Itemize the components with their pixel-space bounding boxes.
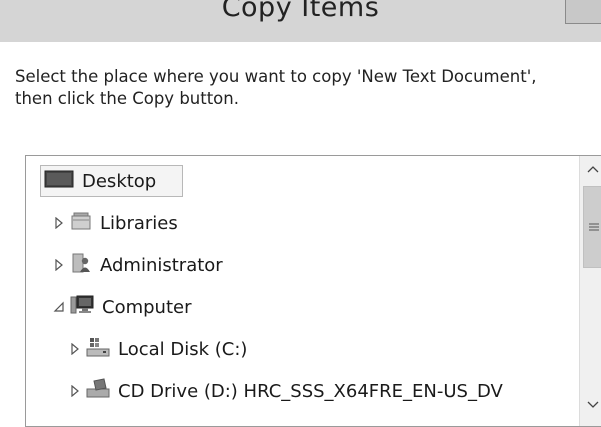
tree-item-label: CD Drive (D:) HRC_SSS_X64FRE_EN-US_DV (118, 380, 503, 402)
cd-drive-icon (86, 377, 110, 405)
expand-arrow-icon[interactable] (52, 217, 66, 229)
computer-icon (70, 294, 94, 321)
expand-arrow-icon[interactable] (52, 259, 66, 271)
expand-arrow-icon[interactable] (68, 385, 82, 397)
close-button[interactable] (565, 0, 601, 24)
tree-item-libraries[interactable]: Libraries (52, 208, 178, 238)
grip-icon (589, 223, 599, 231)
tree-item-desktop[interactable]: Desktop (44, 166, 156, 196)
folder-tree[interactable]: Desktop Libraries Administrator Computer… (25, 155, 601, 427)
scroll-thumb[interactable] (583, 186, 601, 268)
chevron-up-icon (587, 166, 599, 173)
collapse-arrow-icon[interactable] (52, 301, 66, 313)
tree-item-label: Computer (102, 296, 192, 318)
instruction-text: Select the place where you want to copy … (15, 67, 537, 108)
tree-item-local-disk[interactable]: Local Disk (C:) (68, 334, 247, 364)
tree-item-administrator[interactable]: Administrator (52, 250, 223, 280)
local-disk-icon (86, 336, 110, 363)
user-folder-icon (70, 252, 92, 279)
window-title: Copy Items (221, 0, 380, 23)
tree-item-cd-drive[interactable]: CD Drive (D:) HRC_SSS_X64FRE_EN-US_DV (68, 376, 503, 406)
tree-item-label: Libraries (100, 212, 178, 234)
tree-item-computer[interactable]: Computer (52, 292, 191, 322)
tree-item-label: Desktop (82, 170, 157, 192)
expand-arrow-icon[interactable] (68, 343, 82, 355)
chevron-down-icon (587, 401, 599, 408)
scroll-up-button[interactable] (580, 158, 601, 180)
scroll-down-button[interactable] (580, 394, 601, 416)
tree-item-label: Local Disk (C:) (118, 338, 248, 360)
tree-item-label: Administrator (100, 254, 223, 276)
title-bar: Copy Items (0, 0, 601, 42)
desktop-icon (44, 169, 74, 194)
vertical-scrollbar[interactable] (579, 156, 601, 426)
libraries-icon (70, 211, 92, 236)
